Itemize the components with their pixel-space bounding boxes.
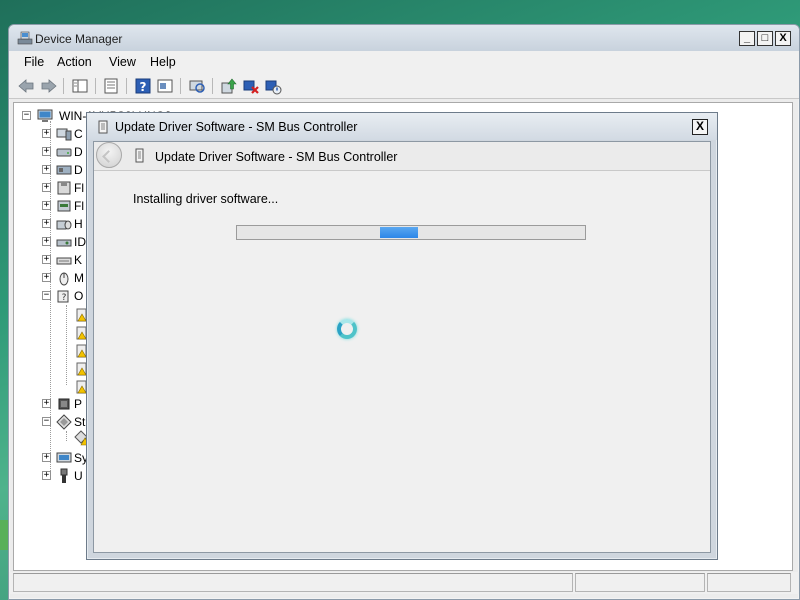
title-bar[interactable]: Device Manager _ □ X — [9, 25, 799, 51]
expand-button[interactable]: + — [42, 165, 51, 174]
scan-hardware-icon[interactable] — [188, 77, 206, 95]
install-progress-bar — [236, 225, 586, 240]
collapse-button[interactable]: − — [42, 417, 51, 426]
expand-button[interactable]: + — [42, 255, 51, 264]
expand-button[interactable]: + — [42, 129, 51, 138]
window-title: Device Manager — [35, 32, 123, 46]
svg-text:?: ? — [62, 293, 67, 303]
mouse-icon — [59, 272, 69, 286]
system-devices-icon — [56, 452, 72, 463]
menu-file[interactable]: File — [24, 55, 44, 69]
other-devices-icon: ? — [57, 290, 69, 303]
status-pane-main — [13, 573, 573, 592]
menu-help[interactable]: Help — [150, 55, 176, 69]
wizard-heading: Update Driver Software - SM Bus Controll… — [155, 150, 398, 164]
status-pane-2 — [575, 573, 705, 592]
hid-icon — [56, 220, 72, 230]
uninstall-icon[interactable] — [242, 77, 260, 95]
collapse-button[interactable]: − — [42, 291, 51, 300]
expand-button[interactable]: + — [42, 219, 51, 228]
desktop-background-strip — [0, 520, 8, 550]
dialog-title: Update Driver Software - SM Bus Controll… — [115, 120, 358, 134]
menu-bar: File Action View Help — [9, 51, 799, 73]
show-hide-tree-icon[interactable] — [71, 77, 89, 95]
ide-controller-icon — [56, 239, 72, 247]
dialog-title-bar[interactable]: Update Driver Software - SM Bus Controll… — [87, 113, 717, 140]
keyboard-icon — [56, 257, 72, 265]
menu-action[interactable]: Action — [57, 55, 92, 69]
status-pane-3 — [707, 573, 791, 592]
expand-button[interactable]: + — [42, 147, 51, 156]
progress-marquee — [380, 227, 418, 238]
properties-icon[interactable] — [102, 77, 120, 95]
floppy-icon — [57, 181, 71, 195]
toolbar: ? — [9, 73, 799, 99]
menu-view[interactable]: View — [109, 55, 136, 69]
dialog-header: Update Driver Software - SM Bus Controll… — [94, 142, 710, 171]
dialog-body: Update Driver Software - SM Bus Controll… — [93, 141, 711, 553]
back-arrow-icon[interactable] — [17, 77, 35, 95]
expand-button[interactable]: + — [42, 273, 51, 282]
expand-button[interactable]: + — [42, 471, 51, 480]
minimize-button[interactable]: _ — [739, 31, 755, 46]
expand-button[interactable]: + — [42, 237, 51, 246]
disk-drive-icon — [56, 148, 72, 157]
expand-button[interactable]: + — [42, 399, 51, 408]
enable-icon[interactable] — [264, 77, 282, 95]
svg-text:?: ? — [140, 80, 147, 94]
back-button[interactable] — [96, 142, 122, 168]
display-adapter-icon — [56, 165, 72, 175]
update-driver-icon[interactable] — [220, 77, 238, 95]
forward-arrow-icon[interactable] — [40, 77, 58, 95]
processor-icon — [58, 398, 70, 410]
maximize-button[interactable]: □ — [757, 31, 773, 46]
storage-controller-icon — [56, 414, 72, 430]
device-icon — [98, 120, 108, 134]
expand-button[interactable]: + — [42, 453, 51, 462]
view-icon[interactable] — [156, 77, 174, 95]
dialog-close-button[interactable]: X — [692, 119, 708, 135]
root-collapse-button[interactable]: − — [22, 111, 31, 120]
update-driver-dialog: Update Driver Software - SM Bus Controll… — [86, 112, 718, 560]
close-button[interactable]: X — [775, 31, 791, 46]
help-icon[interactable]: ? — [134, 77, 152, 95]
installing-status-text: Installing driver software... — [133, 192, 279, 206]
floppy-controller-icon — [57, 200, 71, 212]
expand-button[interactable]: + — [42, 201, 51, 210]
computer-icon — [56, 128, 72, 141]
usb-icon — [60, 468, 68, 483]
device-icon — [135, 148, 144, 163]
busy-spinner-icon — [337, 319, 357, 339]
status-bar — [9, 572, 799, 594]
device-manager-icon — [17, 31, 33, 45]
expand-button[interactable]: + — [42, 183, 51, 192]
